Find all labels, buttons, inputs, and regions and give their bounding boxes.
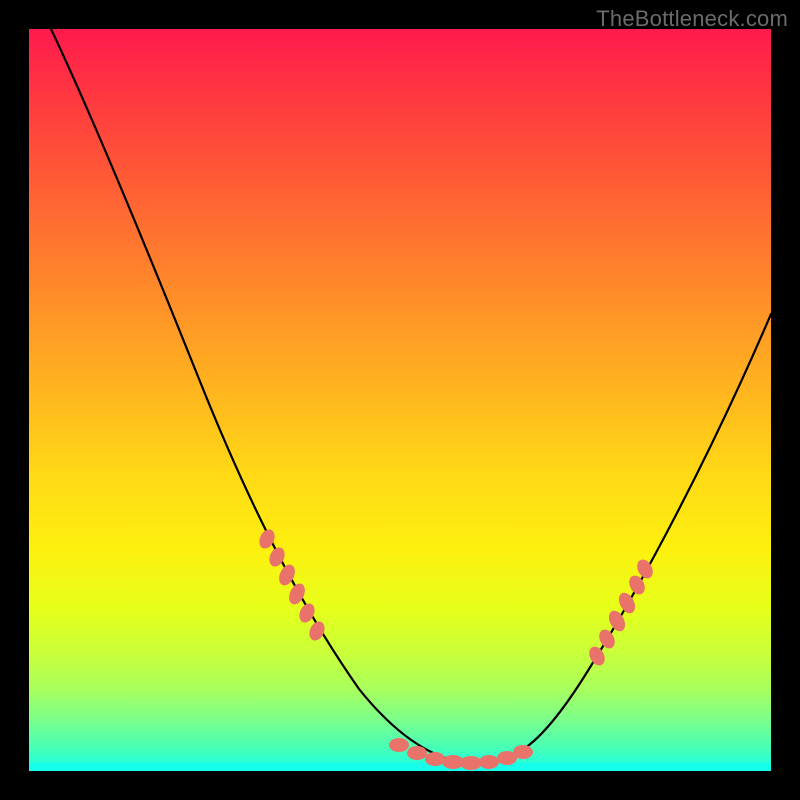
chart-svg bbox=[29, 29, 771, 771]
marker-left-cluster bbox=[256, 527, 327, 643]
marker-bottom-cluster bbox=[389, 738, 533, 770]
marker-right-cluster bbox=[586, 557, 656, 668]
bottleneck-curve bbox=[51, 29, 771, 764]
chart-frame bbox=[29, 29, 771, 771]
